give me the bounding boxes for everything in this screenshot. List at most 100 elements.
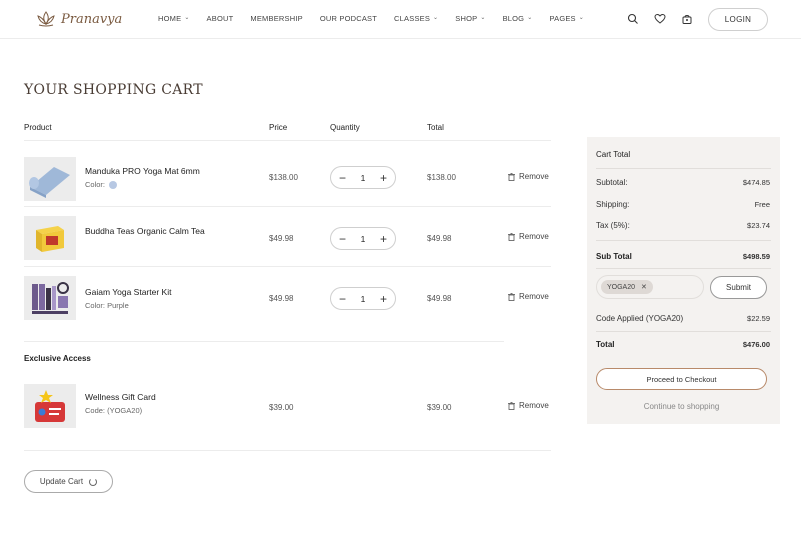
- product-total: $39.00: [427, 403, 452, 412]
- yoga-mat-icon: [24, 157, 76, 201]
- nav-membership[interactable]: MEMBERSHIP: [250, 14, 302, 23]
- nav-shop[interactable]: SHOP ⌄: [455, 14, 485, 23]
- subtotal-value: $474.85: [742, 178, 770, 187]
- nav-pages[interactable]: PAGES ⌄: [549, 14, 584, 23]
- quantity-stepper[interactable]: − 1 +: [330, 166, 396, 189]
- nav-label: BLOG: [502, 14, 525, 23]
- product-total: $138.00: [427, 173, 456, 182]
- shipping-value: Free: [754, 200, 770, 209]
- divider: [24, 206, 551, 207]
- nav-label: MEMBERSHIP: [250, 14, 303, 23]
- nav-blog[interactable]: BLOG ⌄: [503, 14, 533, 23]
- product-image-starter-kit[interactable]: [24, 276, 76, 320]
- remove-label: Remove: [519, 401, 549, 410]
- product-image-gift-card[interactable]: [24, 384, 76, 428]
- plus-icon[interactable]: +: [380, 293, 387, 305]
- nav-about[interactable]: ABOUT: [207, 14, 234, 23]
- nav-label: CLASSES: [394, 14, 431, 23]
- minus-icon[interactable]: −: [339, 233, 346, 245]
- quantity-value[interactable]: 1: [361, 234, 366, 244]
- cart-total-panel: Cart Total Subtotal: $474.85 Shipping: F…: [587, 137, 780, 424]
- nav-label: ABOUT: [206, 14, 234, 23]
- product-image-yoga-mat[interactable]: [24, 157, 76, 201]
- code-applied-label: Code Applied (YOGA20): [596, 314, 684, 323]
- gift-code-label: Code: (YOGA20): [85, 406, 143, 415]
- tea-box-icon: [24, 216, 76, 260]
- quantity-stepper[interactable]: − 1 +: [330, 227, 396, 250]
- total-row: Total $476.00: [596, 340, 770, 349]
- submit-coupon-button[interactable]: Submit: [710, 276, 767, 299]
- quantity-value[interactable]: 1: [361, 173, 366, 183]
- product-name[interactable]: Wellness Gift Card: [85, 392, 156, 402]
- trash-icon: [508, 172, 515, 181]
- product-price: $49.98: [269, 234, 294, 243]
- code-applied-value: $22.59: [747, 314, 770, 323]
- product-image-tea[interactable]: [24, 216, 76, 260]
- product-name[interactable]: Gaiam Yoga Starter Kit: [85, 287, 171, 297]
- product-price: $49.98: [269, 294, 294, 303]
- variant-label: Color:: [85, 180, 106, 189]
- tax-label: Tax (5%):: [596, 221, 630, 230]
- heart-icon[interactable]: [654, 13, 666, 25]
- cart-icon[interactable]: [681, 13, 693, 25]
- total-label: Total: [596, 340, 615, 349]
- brand-logo[interactable]: Pranavya: [35, 10, 122, 28]
- tax-value: $23.74: [747, 221, 770, 230]
- remove-button[interactable]: Remove: [508, 232, 549, 241]
- starter-kit-icon: [24, 276, 76, 320]
- product-variant: Code: (YOGA20): [85, 406, 142, 415]
- chevron-down-icon: ⌄: [527, 15, 533, 21]
- remove-button[interactable]: Remove: [508, 401, 549, 410]
- search-icon[interactable]: [627, 13, 639, 25]
- checkout-button[interactable]: Proceed to Checkout: [596, 368, 767, 390]
- nav-label: OUR PODCAST: [319, 14, 378, 23]
- product-name[interactable]: Buddha Teas Organic Calm Tea: [85, 226, 205, 236]
- coupon-input[interactable]: YOGA20 ✕: [596, 275, 704, 299]
- total-value: $476.00: [742, 340, 770, 349]
- minus-icon[interactable]: −: [339, 293, 346, 305]
- chevron-down-icon: ⌄: [184, 15, 190, 21]
- nav-podcast[interactable]: OUR PODCAST: [320, 14, 377, 23]
- refresh-icon: [89, 477, 98, 486]
- cart-total-title: Cart Total: [596, 150, 631, 159]
- nav-label: SHOP: [455, 14, 478, 23]
- quantity-value[interactable]: 1: [361, 294, 366, 304]
- divider: [24, 140, 551, 141]
- product-price: $39.00: [269, 403, 294, 412]
- page-title: YOUR SHOPPING CART: [24, 82, 203, 98]
- trash-icon: [508, 292, 515, 301]
- product-name[interactable]: Manduka PRO Yoga Mat 6mm: [85, 166, 200, 176]
- quantity-stepper[interactable]: − 1 +: [330, 287, 396, 310]
- login-button[interactable]: LOGIN: [708, 8, 768, 31]
- remove-label: Remove: [519, 172, 549, 181]
- divider: [24, 450, 551, 451]
- exclusive-access-label: Exclusive Access: [24, 354, 91, 363]
- remove-label: Remove: [519, 232, 549, 241]
- minus-icon[interactable]: −: [339, 172, 346, 184]
- chevron-down-icon: ⌄: [433, 15, 439, 21]
- update-cart-button[interactable]: Update Cart: [24, 470, 113, 493]
- col-header-product: Product: [24, 123, 52, 132]
- plus-icon[interactable]: +: [380, 172, 387, 184]
- nav-classes[interactable]: CLASSES ⌄: [394, 14, 438, 23]
- product-total: $49.98: [427, 234, 452, 243]
- product-price: $138.00: [269, 173, 298, 182]
- remove-button[interactable]: Remove: [508, 172, 549, 181]
- plus-icon[interactable]: +: [380, 233, 387, 245]
- coupon-tag: YOGA20 ✕: [601, 280, 653, 294]
- sub-total-label: Sub Total: [596, 252, 632, 261]
- close-icon[interactable]: ✕: [641, 283, 647, 291]
- main-nav: HOME ⌄ ABOUT MEMBERSHIP OUR PODCAST CLASS…: [158, 14, 601, 23]
- lotus-icon: [37, 11, 55, 27]
- divider: [596, 168, 771, 169]
- col-header-quantity: Quantity: [330, 123, 360, 132]
- sub-total-value: $498.59: [742, 252, 770, 261]
- remove-button[interactable]: Remove: [508, 292, 549, 301]
- product-total: $49.98: [427, 294, 452, 303]
- nav-home[interactable]: HOME ⌄: [158, 14, 190, 23]
- tax-row: Tax (5%): $23.74: [596, 221, 770, 230]
- col-header-total: Total: [427, 123, 444, 132]
- shipping-label: Shipping:: [596, 200, 630, 209]
- brand-name: Pranavya: [61, 11, 123, 27]
- continue-shopping-link[interactable]: Continue to shopping: [596, 402, 767, 411]
